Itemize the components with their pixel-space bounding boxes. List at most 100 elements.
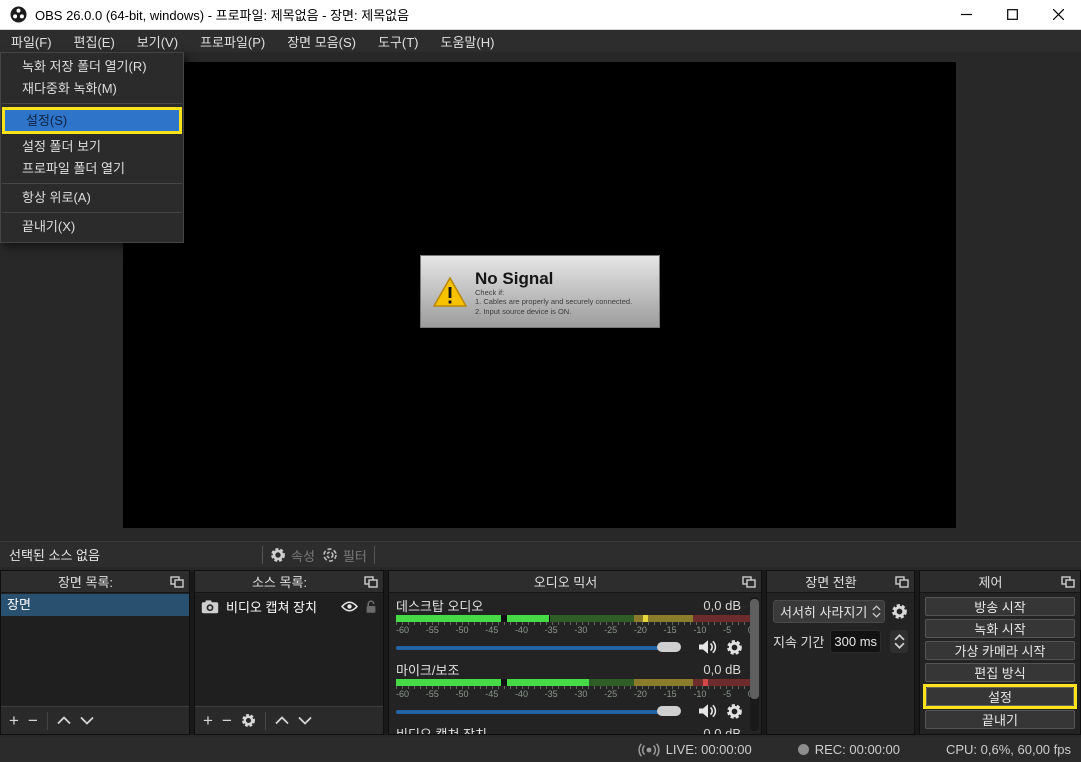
source-list: 비디오 캡쳐 장치: [195, 594, 383, 705]
no-signal-line: 2. Input source device is ON.: [475, 307, 632, 317]
add-scene-button[interactable]: +: [9, 712, 19, 729]
menu-file[interactable]: 파일(F): [0, 30, 63, 52]
source-label: 비디오 캡쳐 장치: [226, 597, 334, 616]
chevron-down-icon: [894, 642, 905, 649]
volume-slider[interactable]: [396, 702, 690, 720]
add-source-button[interactable]: +: [203, 712, 213, 729]
source-list-item[interactable]: 비디오 캡쳐 장치: [195, 594, 383, 619]
popout-icon[interactable]: [1061, 576, 1075, 588]
scenes-panel-title: 장면 목록:: [1, 572, 170, 591]
duration-spinner[interactable]: [890, 630, 908, 653]
scene-list-item[interactable]: 장면: [1, 594, 189, 616]
remove-source-button[interactable]: −: [222, 712, 232, 729]
record-dot-icon: [798, 744, 809, 755]
studio-mode-button[interactable]: 편집 방식: [925, 663, 1075, 682]
live-time: LIVE: 00:00:00: [666, 742, 752, 757]
start-streaming-button[interactable]: 방송 시작: [925, 597, 1075, 616]
close-button[interactable]: [1035, 0, 1081, 29]
status-bar: LIVE: 00:00:00 REC: 00:00:00 CPU: 0,6%, …: [0, 737, 1081, 762]
move-scene-down-button[interactable]: [80, 716, 94, 725]
transition-settings-gear-icon[interactable]: [891, 603, 908, 620]
scenes-toolbar: + −: [1, 706, 189, 734]
start-recording-button[interactable]: 녹화 시작: [925, 619, 1075, 638]
preview-canvas[interactable]: No Signal Check if: 1. Cables are proper…: [123, 62, 956, 528]
menu-separator: [2, 212, 182, 213]
mixer-channel-video-capture: 비디오 캡쳐 장치 0,0 dB: [396, 725, 753, 734]
menu-view[interactable]: 보기(V): [126, 30, 189, 52]
volume-slider[interactable]: [396, 638, 690, 656]
sources-toolbar: + −: [195, 706, 383, 734]
meter-tick-labels: -60-55-50-45-40-35-30-25-20-15-10-50: [396, 625, 753, 636]
menu-item-exit[interactable]: 끝내기(X): [1, 216, 183, 238]
mixer-scrollbar[interactable]: [750, 597, 759, 731]
speaker-icon[interactable]: [698, 639, 718, 655]
channel-db-value: 0,0 dB: [703, 598, 753, 613]
selected-source-status: 선택된 소스 없음: [0, 545, 100, 564]
maximize-button[interactable]: [989, 0, 1035, 29]
cpu-status: CPU: 0,6%, 60,00 fps: [946, 742, 1071, 757]
menu-bar: 파일(F) 편집(E) 보기(V) 프로파일(P) 장면 모음(S) 도구(T)…: [0, 30, 1081, 52]
minimize-button[interactable]: [943, 0, 989, 29]
filters-button[interactable]: 필터: [322, 546, 367, 565]
menu-item-open-recording-folder[interactable]: 녹화 저장 폴더 열기(R): [1, 56, 183, 78]
channel-settings-gear-icon[interactable]: [726, 703, 743, 720]
popout-icon[interactable]: [895, 576, 909, 588]
settings-button[interactable]: 설정: [926, 687, 1074, 706]
chevron-up-icon: [894, 634, 905, 641]
move-source-down-button[interactable]: [298, 716, 312, 725]
scenes-panel: 장면 목록: 장면 + −: [0, 570, 190, 735]
move-scene-up-button[interactable]: [57, 716, 71, 725]
popout-icon[interactable]: [364, 576, 378, 588]
sources-panel: 소스 목록: 비디오 캡쳐 장치: [194, 570, 384, 735]
menu-item-remux-recording[interactable]: 재다중화 녹화(M): [1, 78, 183, 100]
combo-spinner[interactable]: [868, 605, 884, 618]
speaker-icon[interactable]: [698, 703, 718, 719]
properties-button[interactable]: 속성: [270, 546, 315, 565]
dock-area: 장면 목록: 장면 + − 소스 목록:: [0, 570, 1081, 735]
meter-tick-labels: -60-55-50-45-40-35-30-25-20-15-10-50: [396, 689, 753, 700]
window-title: OBS 26.0.0 (64-bit, windows) - 프로파일: 제목없…: [35, 5, 409, 24]
cpu-fps-text: CPU: 0,6%, 60,00 fps: [946, 742, 1071, 757]
menu-item-show-profile-folder[interactable]: 프로파일 폴더 열기: [1, 158, 183, 180]
no-signal-line: Check if:: [475, 288, 632, 298]
menu-help[interactable]: 도움말(H): [430, 30, 506, 52]
menu-tools[interactable]: 도구(T): [367, 30, 430, 52]
visibility-eye-icon[interactable]: [341, 601, 358, 612]
channel-settings-gear-icon[interactable]: [726, 639, 743, 656]
menu-profile[interactable]: 프로파일(P): [189, 30, 276, 52]
source-context-toolbar: 선택된 소스 없음 속성 필터: [0, 541, 1081, 567]
source-properties-gear-icon[interactable]: [241, 713, 256, 728]
chevron-down-icon: [872, 612, 881, 618]
duration-spinbox[interactable]: 300 ms: [830, 630, 881, 653]
filter-icon: [322, 547, 338, 563]
remove-scene-button[interactable]: −: [28, 712, 38, 729]
menu-item-show-settings-folder[interactable]: 설정 폴더 보기: [1, 136, 183, 158]
menu-item-always-on-top[interactable]: 항상 위로(A): [1, 187, 183, 209]
move-source-up-button[interactable]: [275, 716, 289, 725]
rec-time: REC: 00:00:00: [815, 742, 900, 757]
volume-slider-handle[interactable]: [657, 642, 681, 652]
sources-panel-title: 소스 목록:: [195, 572, 364, 591]
scene-transition-panel: 장면 전환 서서히 사라지기: [766, 570, 915, 735]
title-bar: OBS 26.0.0 (64-bit, windows) - 프로파일: 제목없…: [0, 0, 1081, 30]
chevron-up-icon: [872, 605, 881, 611]
settings-highlight-box: 설정: [923, 684, 1077, 709]
volume-meter: [396, 615, 753, 622]
menu-scene-collection[interactable]: 장면 모음(S): [276, 30, 367, 52]
toolbar-separator: [374, 546, 375, 564]
transition-panel-title: 장면 전환: [767, 572, 895, 591]
exit-button[interactable]: 끝내기: [925, 710, 1075, 729]
broadcast-icon: [638, 743, 660, 757]
transition-selected-value: 서서히 사라지기: [774, 602, 868, 621]
lock-icon[interactable]: [365, 600, 377, 614]
toolbar-separator: [265, 712, 266, 730]
start-virtual-camera-button[interactable]: 가상 카메라 시작: [925, 641, 1075, 660]
volume-slider-handle[interactable]: [657, 706, 681, 716]
popout-icon[interactable]: [170, 576, 184, 588]
menu-item-settings[interactable]: 설정(S): [5, 110, 179, 131]
popout-icon[interactable]: [742, 576, 756, 588]
menu-edit[interactable]: 편집(E): [63, 30, 126, 52]
toolbar-separator: [262, 546, 263, 564]
transition-select[interactable]: 서서히 사라지기: [773, 600, 885, 623]
obs-logo-icon: [10, 6, 27, 23]
